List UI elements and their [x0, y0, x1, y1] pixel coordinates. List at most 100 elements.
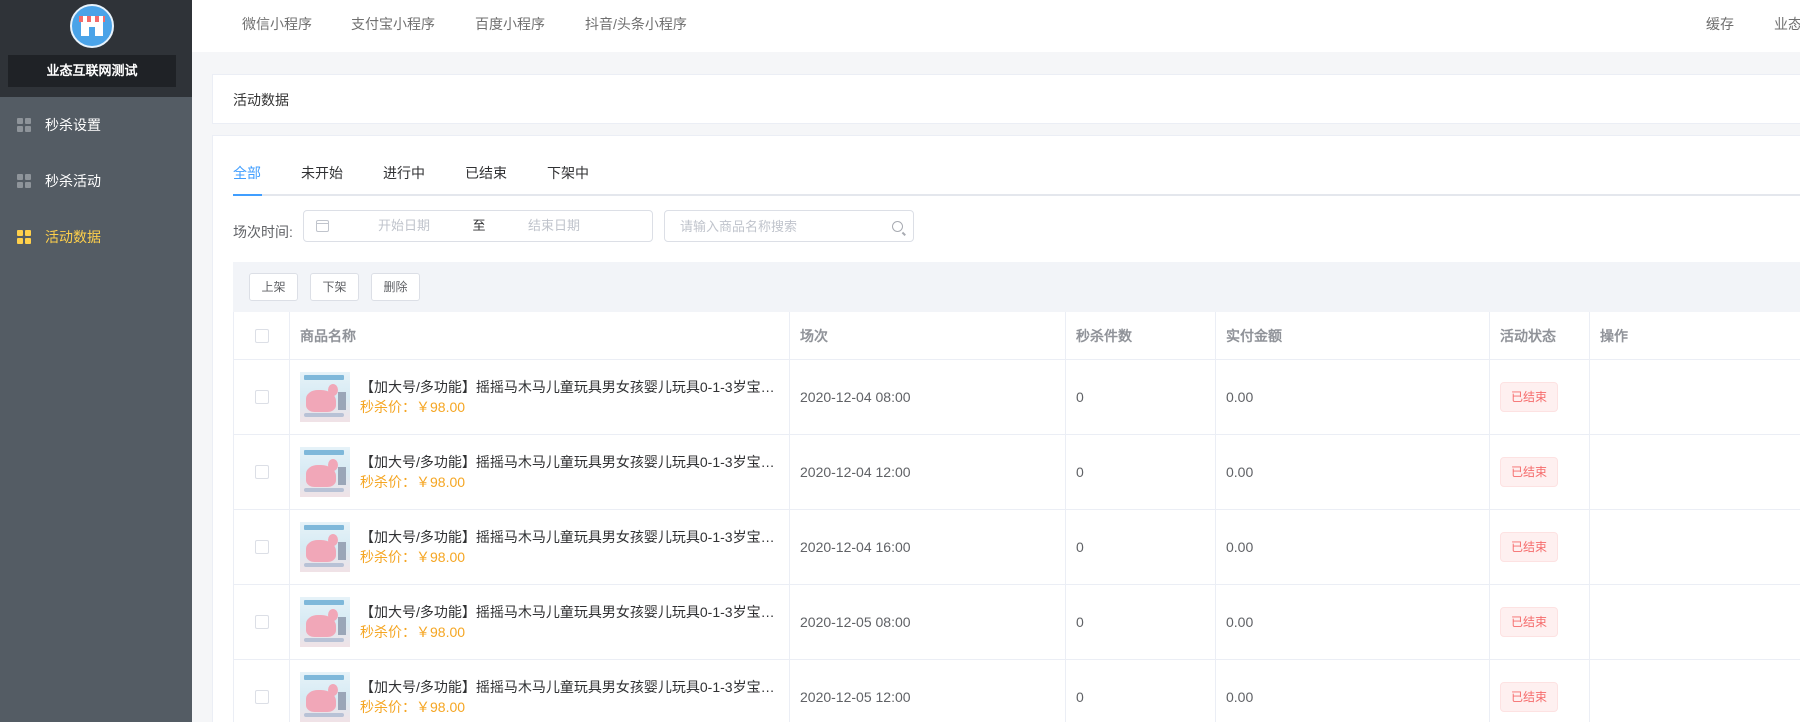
- session-cell: 2020-12-04 12:00: [789, 435, 1065, 509]
- status-badge: 已结束: [1500, 607, 1559, 637]
- goods-cell: 【加大号/多功能】摇摇马木马儿童玩具男女孩婴儿玩具0-1-3岁宝宝礼物 秒杀价：…: [289, 660, 789, 722]
- amount-cell: 0.00: [1215, 585, 1489, 659]
- column-header-count: 秒杀件数: [1065, 312, 1215, 359]
- tab-baidu-miniprogram[interactable]: 百度小程序: [475, 0, 545, 48]
- seckill-price: 秒杀价：￥98.00: [360, 549, 466, 565]
- seckill-price: 秒杀价：￥98.00: [360, 624, 466, 640]
- actions-cell: [1589, 510, 1800, 584]
- date-separator: 至: [472, 218, 486, 233]
- sidebar-item-seckill-settings[interactable]: 秒杀设置: [0, 97, 192, 153]
- tab-wechat-miniprogram[interactable]: 微信小程序: [242, 0, 312, 48]
- column-header-actions: 操作: [1589, 312, 1800, 359]
- row-checkbox[interactable]: [254, 615, 269, 629]
- store-logo-icon: [70, 4, 114, 48]
- amount-cell: 0.00: [1215, 360, 1489, 434]
- status-cell: 已结束: [1489, 510, 1589, 584]
- count-cell: 0: [1065, 435, 1215, 509]
- count-cell: 0: [1065, 660, 1215, 722]
- tab-in-progress[interactable]: 进行中: [383, 150, 425, 196]
- sidebar-item-label: 秒杀活动: [45, 173, 101, 189]
- delete-button[interactable]: 删除: [371, 273, 420, 301]
- start-date-input[interactable]: 开始日期: [344, 211, 464, 241]
- goods-name: 【加大号/多功能】摇摇马木马儿童玩具男女孩婴儿玩具0-1-3岁宝宝礼物: [360, 604, 780, 620]
- column-header-goods: 商品名称: [289, 312, 789, 359]
- session-time-label: 场次时间:: [233, 224, 293, 240]
- page-title: 活动数据: [233, 92, 289, 108]
- actions-cell: [1589, 660, 1800, 722]
- grid-icon: [17, 174, 31, 188]
- bulk-actions-toolbar: 上架 下架 删除: [233, 262, 1800, 312]
- calendar-icon: [316, 220, 329, 232]
- tab-not-started[interactable]: 未开始: [301, 150, 343, 196]
- goods-name: 【加大号/多功能】摇摇马木马儿童玩具男女孩婴儿玩具0-1-3岁宝宝礼物: [360, 379, 780, 395]
- status-cell: 已结束: [1489, 435, 1589, 509]
- column-header-amount: 实付金额: [1215, 312, 1489, 359]
- session-cell: 2020-12-04 08:00: [789, 360, 1065, 434]
- sidebar-item-seckill-activities[interactable]: 秒杀活动: [0, 153, 192, 209]
- actions-cell: [1589, 585, 1800, 659]
- goods-cell: 【加大号/多功能】摇摇马木马儿童玩具男女孩婴儿玩具0-1-3岁宝宝礼物 秒杀价：…: [289, 435, 789, 509]
- row-select-cell: [233, 585, 289, 659]
- select-all-checkbox[interactable]: [254, 328, 269, 343]
- active-tab-indicator: [233, 194, 262, 196]
- product-thumbnail: [300, 447, 350, 497]
- row-checkbox[interactable]: [254, 540, 269, 554]
- amount-cell: 0.00: [1215, 660, 1489, 722]
- tab-alipay-miniprogram[interactable]: 支付宝小程序: [351, 0, 435, 48]
- search-input[interactable]: [666, 212, 876, 240]
- grid-icon: [17, 230, 31, 244]
- status-cell: 已结束: [1489, 660, 1589, 722]
- list-button[interactable]: 上架: [249, 273, 298, 301]
- product-thumbnail: [300, 372, 350, 422]
- tab-all[interactable]: 全部: [233, 150, 261, 196]
- search-icon[interactable]: [892, 221, 903, 232]
- goods-cell: 【加大号/多功能】摇摇马木马儿童玩具男女孩婴儿玩具0-1-3岁宝宝礼物 秒杀价：…: [289, 585, 789, 659]
- sidebar-item-activity-data[interactable]: 活动数据: [0, 209, 192, 265]
- goods-cell: 【加大号/多功能】摇摇马木马儿童玩具男女孩婴儿玩具0-1-3岁宝宝礼物 秒杀价：…: [289, 510, 789, 584]
- count-cell: 0: [1065, 360, 1215, 434]
- status-badge: 已结束: [1500, 382, 1559, 412]
- table-row: 【加大号/多功能】摇摇马木马儿童玩具男女孩婴儿玩具0-1-3岁宝宝礼物 秒杀价：…: [233, 435, 1800, 510]
- select-all-cell: [233, 312, 289, 359]
- column-header-status: 活动状态: [1489, 312, 1589, 359]
- tab-douyin-miniprogram[interactable]: 抖音/头条小程序: [585, 0, 687, 48]
- table-row: 【加大号/多功能】摇摇马木马儿童玩具男女孩婴儿玩具0-1-3岁宝宝礼物 秒杀价：…: [233, 660, 1800, 722]
- row-select-cell: [233, 510, 289, 584]
- actions-cell: [1589, 435, 1800, 509]
- row-select-cell: [233, 435, 289, 509]
- seckill-price: 秒杀价：￥98.00: [360, 699, 466, 715]
- unlist-button[interactable]: 下架: [310, 273, 359, 301]
- grid-icon: [17, 118, 31, 132]
- amount-cell: 0.00: [1215, 510, 1489, 584]
- row-checkbox[interactable]: [254, 465, 269, 479]
- goods-name: 【加大号/多功能】摇摇马木马儿童玩具男女孩婴儿玩具0-1-3岁宝宝礼物: [360, 679, 780, 695]
- seckill-price: 秒杀价：￥98.00: [360, 474, 466, 490]
- business-link[interactable]: 业态: [1774, 0, 1800, 48]
- row-checkbox[interactable]: [254, 690, 269, 704]
- count-cell: 0: [1065, 510, 1215, 584]
- goods-cell: 【加大号/多功能】摇摇马木马儿童玩具男女孩婴儿玩具0-1-3岁宝宝礼物 秒杀价：…: [289, 360, 789, 434]
- table-row: 【加大号/多功能】摇摇马木马儿童玩具男女孩婴儿玩具0-1-3岁宝宝礼物 秒杀价：…: [233, 510, 1800, 585]
- count-cell: 0: [1065, 585, 1215, 659]
- row-checkbox[interactable]: [254, 390, 269, 404]
- tab-ended[interactable]: 已结束: [465, 150, 507, 196]
- product-thumbnail: [300, 597, 350, 647]
- main-panel: 全部 未开始 进行中 已结束 下架中 场次时间: 开始日期 至 结束日期 上架 …: [212, 135, 1800, 722]
- top-navigation: 微信小程序 支付宝小程序 百度小程序 抖音/头条小程序 缓存 业态: [192, 0, 1800, 52]
- status-badge: 已结束: [1500, 532, 1559, 562]
- seckill-price: 秒杀价：￥98.00: [360, 399, 466, 415]
- tab-off-shelf[interactable]: 下架中: [547, 150, 589, 196]
- table-header: 商品名称 场次 秒杀件数 实付金额 活动状态 操作: [233, 312, 1800, 360]
- table-row: 【加大号/多功能】摇摇马木马儿童玩具男女孩婴儿玩具0-1-3岁宝宝礼物 秒杀价：…: [233, 585, 1800, 660]
- product-thumbnail: [300, 522, 350, 572]
- cache-link[interactable]: 缓存: [1706, 0, 1734, 48]
- sidebar-header: 业态互联网测试: [0, 0, 192, 97]
- goods-name: 【加大号/多功能】摇摇马木马儿童玩具男女孩婴儿玩具0-1-3岁宝宝礼物: [360, 454, 780, 470]
- store-name: 业态互联网测试: [8, 55, 176, 87]
- date-range-picker[interactable]: 开始日期 至 结束日期: [303, 210, 653, 242]
- column-header-session: 场次: [789, 312, 1065, 359]
- end-date-input[interactable]: 结束日期: [494, 211, 614, 241]
- search-box: [664, 210, 914, 242]
- goods-name: 【加大号/多功能】摇摇马木马儿童玩具男女孩婴儿玩具0-1-3岁宝宝礼物: [360, 529, 780, 545]
- status-cell: 已结束: [1489, 360, 1589, 434]
